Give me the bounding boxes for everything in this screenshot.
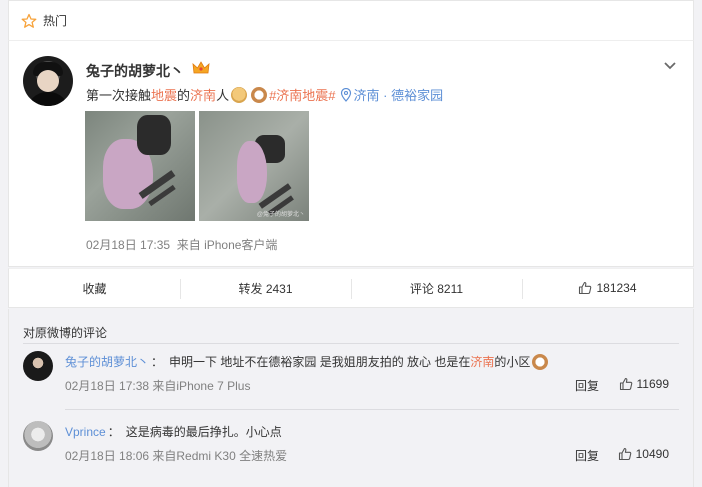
- comment-like-count: 10490: [635, 447, 669, 461]
- thumbs-up-icon: [619, 377, 632, 391]
- comment-line: Vprince ： 这是病毒的最后挣扎。小心点: [65, 423, 282, 440]
- commenter-name[interactable]: 兔子的胡萝北丶: [65, 353, 149, 370]
- reply-button[interactable]: 回复: [575, 377, 599, 394]
- comment-separator: ：: [151, 355, 164, 369]
- location-pin-icon: [340, 87, 351, 102]
- crown-icon: [192, 61, 210, 74]
- post-text: 第一次接触 地震 的 济南 人 #济南地震# 济南 · 德裕家园: [86, 85, 443, 104]
- post-card: 兔子的胡萝北丶 第一次接触 地震 的 济南 人 #济南地震# 济南 · 德裕家园: [8, 40, 694, 267]
- comment-line: 兔子的胡萝北丶 ： 申明一下 地址不在德裕家园 是我姐朋友拍的 放心 也是在 济…: [65, 353, 550, 370]
- author-avatar[interactable]: [23, 56, 73, 106]
- post-date[interactable]: 02月18日 17:35: [86, 238, 170, 252]
- comment-button[interactable]: 评论 8211: [351, 269, 522, 307]
- cat-emoji-icon: [251, 86, 268, 103]
- author-name[interactable]: 兔子的胡萝北丶: [86, 61, 184, 81]
- comment-meta: 02月18日 18:06 来自Redmi K30 全速热爱: [65, 449, 288, 463]
- favorite-button[interactable]: 收藏: [9, 269, 180, 307]
- post-text-prefix: 第一次接触: [86, 88, 152, 103]
- comment-like-button[interactable]: 10490: [618, 447, 669, 461]
- commenter-name[interactable]: Vprince: [65, 425, 106, 439]
- comment-item: Vprince ： 这是病毒的最后挣扎。小心点 02月18日 18:06 来自R…: [23, 421, 679, 481]
- comments-title: 对原微博的评论: [23, 326, 108, 340]
- post-photo[interactable]: [85, 111, 195, 221]
- location-link[interactable]: 济南 · 德裕家园: [336, 85, 444, 104]
- repost-label: 转发 2431: [238, 281, 293, 296]
- post-meta: 02月18日 17:35 来自 iPhone客户端: [86, 236, 277, 253]
- star-outline-icon: [21, 13, 37, 28]
- post-text-mid: 的: [177, 88, 191, 103]
- location-label: 济南 · 德裕家园: [353, 88, 444, 103]
- like-button[interactable]: 181234: [522, 269, 693, 307]
- comment-meta: 02月18日 17:38 来自iPhone 7 Plus: [65, 379, 251, 393]
- reply-button[interactable]: 回复: [575, 447, 599, 464]
- comment-label: 评论 8211: [409, 281, 464, 296]
- divider: [23, 343, 679, 344]
- link-jinan[interactable]: 济南: [190, 85, 216, 104]
- photo-watermark: @兔子的胡萝北丶: [256, 212, 305, 218]
- post-text-suffix: 人: [216, 88, 230, 103]
- comments-section: 对原微博的评论 兔子的胡萝北丶 ： 申明一下 地址不在德裕家园 是我姐朋友拍的 …: [8, 309, 694, 487]
- post-photo[interactable]: @兔子的胡萝北丶: [199, 111, 309, 221]
- comment-like-button[interactable]: 11699: [619, 377, 669, 391]
- commenter-avatar[interactable]: [23, 421, 53, 451]
- action-bar: 收藏 转发 2431 评论 8211 181234: [8, 268, 694, 308]
- comment-link-jinan[interactable]: 济南: [470, 353, 494, 370]
- comment-separator: ：: [107, 425, 120, 439]
- chevron-down-icon[interactable]: [663, 61, 677, 71]
- comment-like-count: 11699: [636, 377, 669, 391]
- comment-text-end: 的小区: [494, 355, 531, 369]
- hot-label: 热门: [43, 14, 68, 28]
- comment-text: 这是病毒的最后挣扎。小心点: [125, 425, 282, 439]
- thumbs-up-icon: [618, 447, 631, 461]
- comment-text: 申明一下 地址不在德裕家园 是我姐朋友拍的 放心 也是在: [169, 355, 471, 369]
- hot-header: 热门: [8, 0, 694, 40]
- link-quake[interactable]: 地震: [151, 85, 177, 104]
- doge-emoji-icon: [231, 86, 248, 103]
- comment-item: 兔子的胡萝北丶 ： 申明一下 地址不在德裕家园 是我姐朋友拍的 放心 也是在 济…: [23, 351, 679, 411]
- post-source: 来自 iPhone客户端: [176, 238, 278, 252]
- thumbs-up-icon: [579, 281, 592, 295]
- divider: [65, 409, 679, 410]
- topic-link[interactable]: #济南地震#: [269, 85, 335, 104]
- commenter-avatar[interactable]: [23, 351, 53, 381]
- like-count: 181234: [596, 281, 637, 295]
- cat-emoji-icon: [532, 353, 549, 370]
- repost-button[interactable]: 转发 2431: [180, 269, 351, 307]
- favorite-label: 收藏: [82, 281, 107, 296]
